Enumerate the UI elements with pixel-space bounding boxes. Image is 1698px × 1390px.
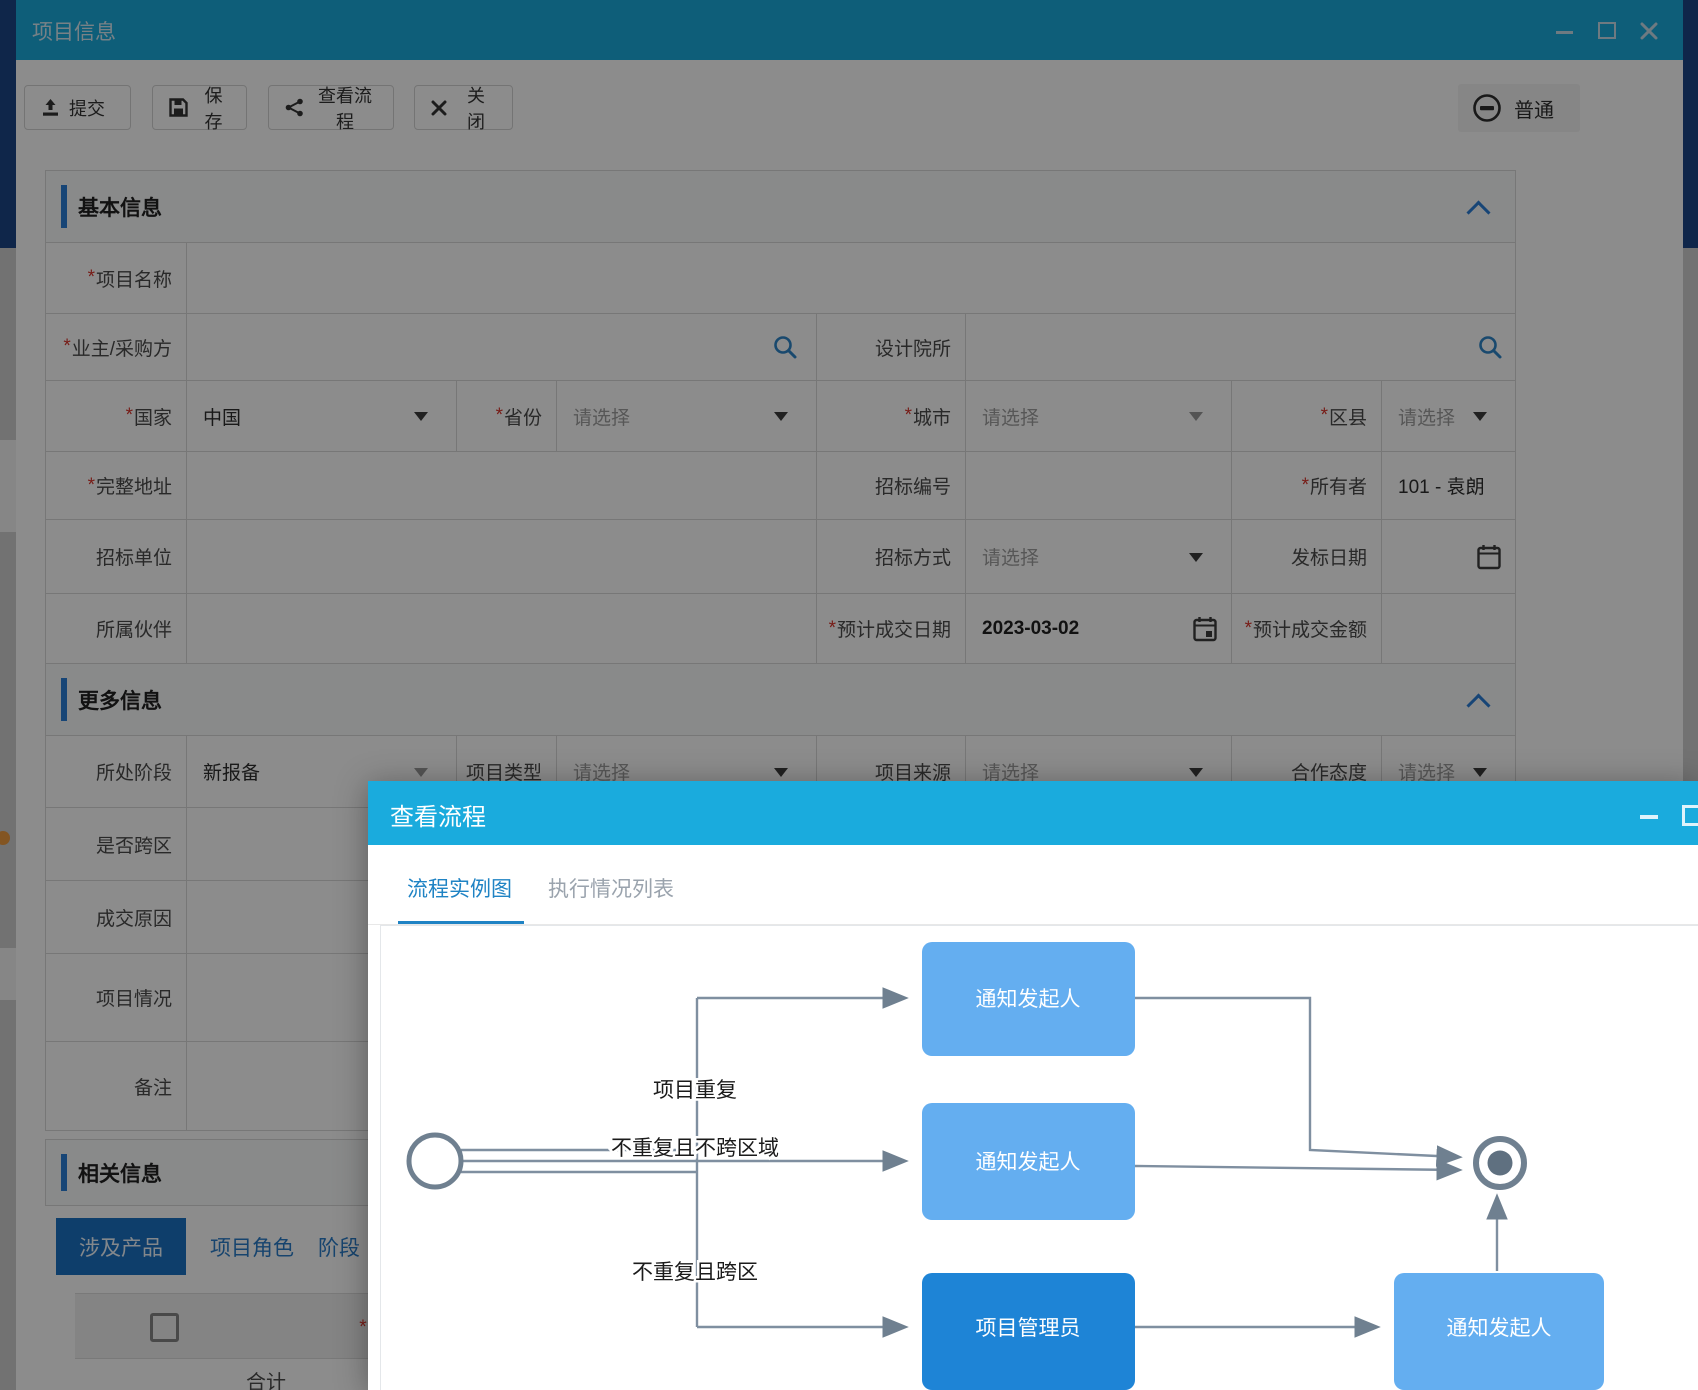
edge-label-not-duplicate-cross-region: 不重复且跨区 xyxy=(632,1261,758,1284)
start-event-circle[interactable] xyxy=(409,1135,461,1187)
modal-minimize-button[interactable] xyxy=(1638,803,1662,825)
edge-label-duplicate: 项目重复 xyxy=(653,1079,737,1102)
edge-notify-top-to-end xyxy=(1135,998,1458,1157)
node-notify-mid-label: 通知发起人 xyxy=(976,1151,1081,1174)
tab-process-diagram[interactable]: 流程实例图 xyxy=(407,873,512,903)
maximize-icon xyxy=(1682,805,1698,826)
workflow-edge-labels: 项目重复 不重复且不跨区域 不重复且跨区 xyxy=(611,1079,779,1284)
screen: 项目信息 提交 xyxy=(0,0,1698,1390)
edge-label-not-duplicate-same-region: 不重复且不跨区域 xyxy=(611,1137,779,1160)
modal-maximize-button[interactable] xyxy=(1680,803,1698,825)
minimize-icon xyxy=(1640,815,1658,819)
modal-title: 查看流程 xyxy=(390,797,486,832)
active-tab-underline xyxy=(398,921,524,924)
view-process-modal: 查看流程 流程实例图 执行情况列表 xyxy=(368,781,1698,1390)
end-event-dot xyxy=(1488,1151,1513,1176)
modal-tabbar: 流程实例图 执行情况列表 xyxy=(368,845,1698,925)
modal-titlebar: 查看流程 xyxy=(368,781,1698,845)
edge-notify-mid-to-end xyxy=(1135,1166,1458,1170)
tab-execution-list[interactable]: 执行情况列表 xyxy=(548,873,674,903)
node-notify-top-label: 通知发起人 xyxy=(976,988,1081,1011)
workflow-diagram: 通知发起人 通知发起人 项目管理员 通知发起人 项目重复 不重复且不跨区域 不重… xyxy=(368,925,1698,1390)
node-notify-right-label: 通知发起人 xyxy=(1447,1317,1552,1340)
node-project-admin-label: 项目管理员 xyxy=(976,1317,1081,1340)
